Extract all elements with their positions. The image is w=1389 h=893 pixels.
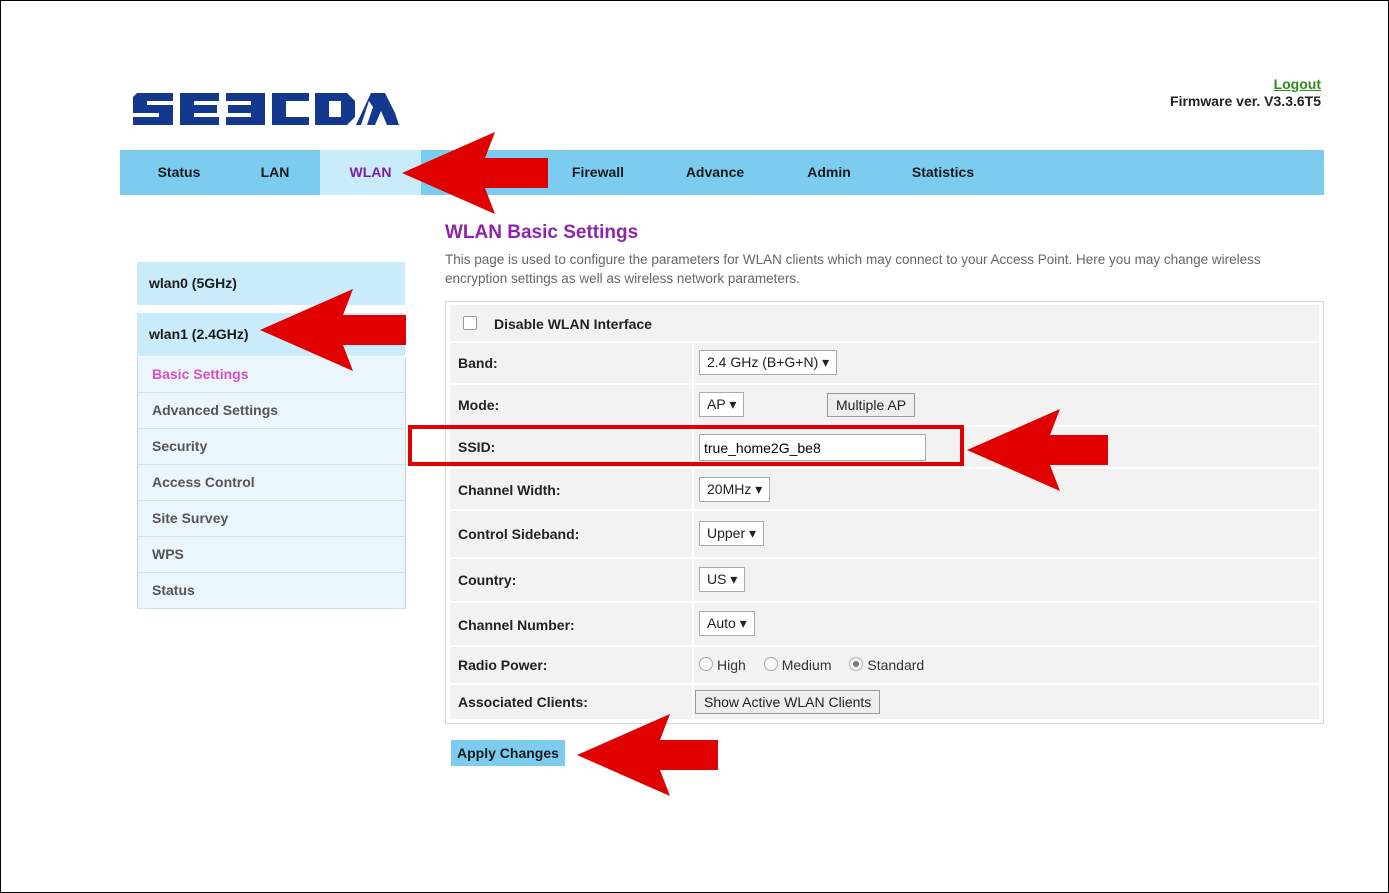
radio-power-medium[interactable] bbox=[763, 657, 778, 671]
radio-power-high[interactable] bbox=[699, 657, 713, 671]
associated-clients-label: Associated Clients: bbox=[458, 694, 588, 710]
apply-changes-button[interactable]: Apply Changes bbox=[451, 740, 565, 766]
band-label: Band: bbox=[458, 355, 498, 371]
sidebar-link-access-control[interactable]: Access Control bbox=[138, 465, 405, 501]
sercom-logo bbox=[133, 89, 399, 134]
dropdown-arrow-icon: ▾ bbox=[749, 525, 757, 541]
arrow-wlan-tab bbox=[402, 132, 548, 214]
band-select[interactable]: 2.4 GHz (B+G+N) ▾ bbox=[699, 350, 838, 375]
dropdown-arrow-icon: ▾ bbox=[739, 615, 747, 631]
mode-label: Mode: bbox=[458, 397, 500, 413]
sercom-logo-graphic bbox=[133, 93, 399, 125]
row-channel-number: Channel Number: Auto ▾ bbox=[450, 603, 1319, 645]
sidebar-submenu: Basic Settings Advanced Settings Securit… bbox=[137, 357, 406, 609]
country-select[interactable]: US ▾ bbox=[699, 567, 746, 592]
dropdown-arrow-icon: ▾ bbox=[729, 396, 737, 412]
dropdown-arrow-icon: ▾ bbox=[730, 571, 738, 587]
multiple-ap-button[interactable]: Multiple AP bbox=[827, 393, 916, 417]
row-mode: Mode: AP ▾ Multiple AP bbox=[450, 385, 1319, 425]
sidebar-link-wps[interactable]: WPS bbox=[138, 537, 405, 573]
main-nav: Status LAN WLAN Firewall Advance Admin S… bbox=[120, 150, 1324, 195]
row-channel-width: Channel Width: 20MHz ▾ bbox=[450, 469, 1319, 509]
sidebar-link-site-survey[interactable]: Site Survey bbox=[138, 501, 405, 537]
row-radio-power: Radio Power: High Medium Standard bbox=[450, 647, 1319, 683]
radio-power-label: Radio Power: bbox=[458, 657, 548, 673]
page-description: This page is used to configure the param… bbox=[445, 252, 1261, 286]
sidebar-link-security[interactable]: Security bbox=[138, 429, 405, 465]
control-sideband-label: Control Sideband: bbox=[458, 526, 580, 542]
dropdown-arrow-icon: ▾ bbox=[822, 354, 830, 370]
firmware-version: Firmware ver. V3.3.6T5 bbox=[1170, 93, 1321, 109]
dropdown-arrow-icon: ▾ bbox=[755, 481, 763, 497]
disable-wlan-checkbox[interactable] bbox=[463, 316, 477, 330]
channel-number-label: Channel Number: bbox=[458, 617, 575, 633]
row-control-sideband: Control Sideband: Upper ▾ bbox=[450, 511, 1319, 557]
channel-number-select[interactable]: Auto ▾ bbox=[699, 611, 755, 636]
logout-link[interactable]: Logout bbox=[1274, 76, 1321, 92]
page-title: WLAN Basic Settings bbox=[445, 222, 639, 243]
nav-admin[interactable]: Admin bbox=[794, 150, 864, 195]
channel-width-label: Channel Width: bbox=[458, 482, 561, 498]
nav-status[interactable]: Status bbox=[140, 150, 218, 195]
control-sideband-select[interactable]: Upper ▾ bbox=[699, 521, 765, 546]
row-band: Band: 2.4 GHz (B+G+N) ▾ bbox=[450, 343, 1319, 383]
row-country: Country: US ▾ bbox=[450, 559, 1319, 601]
nav-statistics[interactable]: Statistics bbox=[900, 150, 986, 195]
radio-power-standard[interactable] bbox=[849, 657, 864, 671]
row-disable-wlan: Disable WLAN Interface bbox=[450, 305, 1319, 341]
nav-firewall[interactable]: Firewall bbox=[558, 150, 638, 195]
radio-power-group: High Medium Standard bbox=[699, 657, 938, 673]
country-label: Country: bbox=[458, 572, 517, 588]
arrow-wlan1-interface bbox=[260, 289, 406, 371]
nav-lan[interactable]: LAN bbox=[240, 150, 310, 195]
nav-advance[interactable]: Advance bbox=[675, 150, 755, 195]
disable-wlan-label: Disable WLAN Interface bbox=[494, 316, 652, 332]
channel-width-select[interactable]: 20MHz ▾ bbox=[699, 477, 771, 502]
sidebar-link-advanced-settings[interactable]: Advanced Settings bbox=[138, 393, 405, 429]
mode-select[interactable]: AP ▾ bbox=[699, 392, 745, 417]
ssid-highlight-box bbox=[408, 425, 964, 466]
arrow-ssid-field bbox=[967, 409, 1108, 491]
header-info: Logout Firmware ver. V3.3.6T5 bbox=[1170, 76, 1321, 110]
arrow-apply-button bbox=[577, 714, 718, 796]
wlan-settings-form: Disable WLAN Interface Band: 2.4 GHz (B+… bbox=[445, 301, 1324, 724]
sidebar-link-status[interactable]: Status bbox=[138, 573, 405, 609]
show-active-clients-button[interactable]: Show Active WLAN Clients bbox=[695, 690, 881, 714]
